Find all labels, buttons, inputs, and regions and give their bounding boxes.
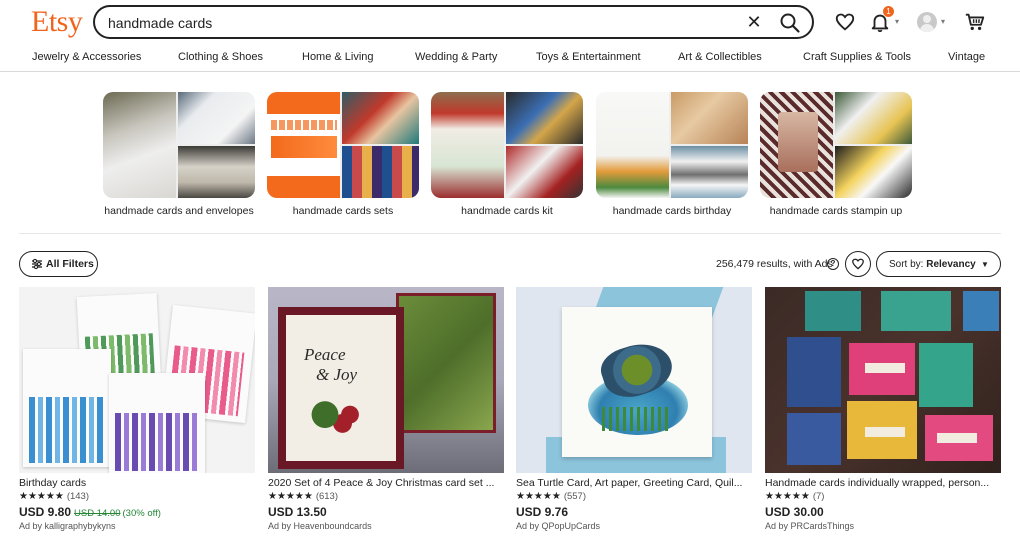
product-title[interactable]: 2020 Set of 4 Peace & Joy Christmas card…: [268, 477, 502, 489]
suggestion-collage[interactable]: [267, 92, 419, 198]
suggestion-label: handmade cards kit: [461, 205, 553, 217]
all-filters-label: All Filters: [46, 258, 94, 270]
cart-icon[interactable]: [964, 11, 986, 33]
sort-label: Sort by: Relevancy: [889, 259, 976, 270]
star-rating-icon: ★★★★★: [19, 491, 64, 502]
product-title[interactable]: Handmade cards individually wrapped, per…: [765, 477, 999, 489]
clear-search-icon[interactable]: ✕: [744, 12, 764, 32]
save-search-button[interactable]: [845, 251, 871, 277]
rating: ★★★★★ (557): [516, 491, 586, 502]
review-count: (7): [812, 491, 825, 502]
product-image[interactable]: [19, 287, 255, 473]
product-title[interactable]: Birthday cards: [19, 477, 253, 489]
filter-sliders-icon: [32, 258, 42, 270]
current-price: USD 30.00: [765, 505, 824, 519]
sort-dropdown[interactable]: Sort by: Relevancy ▼: [876, 251, 1001, 277]
suggestion-collage[interactable]: [103, 92, 255, 198]
all-filters-button[interactable]: All Filters: [19, 251, 98, 277]
help-question-icon[interactable]: ?: [827, 258, 839, 270]
review-count: (613): [315, 491, 339, 502]
header: Etsy ✕ 1 ▾ ▾: [0, 0, 1020, 44]
suggestion-label: handmade cards stampin up: [769, 205, 903, 217]
price: USD 13.50: [268, 505, 327, 519]
category-link[interactable]: Home & Living: [302, 51, 374, 63]
chevron-down-icon: ▼: [981, 260, 989, 269]
star-rating-icon: ★★★★★: [765, 491, 810, 502]
chevron-down-icon[interactable]: ▾: [941, 17, 945, 26]
current-price: USD 13.50: [268, 505, 327, 519]
seller-ad[interactable]: Ad by PRCardsThings: [765, 521, 854, 531]
seller-ad[interactable]: Ad by QPopUpCards: [516, 521, 600, 531]
category-link[interactable]: Vintage: [948, 51, 985, 63]
category-link[interactable]: Clothing & Shoes: [178, 51, 263, 63]
suggestion-collage[interactable]: [760, 92, 912, 198]
notification-badge: 1: [883, 6, 894, 17]
category-link[interactable]: Art & Collectibles: [678, 51, 762, 63]
heart-icon: [852, 258, 864, 270]
original-price: USD 14.00: [74, 508, 121, 519]
seller-ad[interactable]: Ad by Heavenboundcards: [268, 521, 372, 531]
search-bar: ✕: [93, 5, 814, 39]
rating: ★★★★★ (7): [765, 491, 824, 502]
product-title[interactable]: Sea Turtle Card, Art paper, Greeting Car…: [516, 477, 750, 489]
price: USD 9.76: [516, 505, 568, 519]
price: USD 9.80 USD 14.00 (30% off): [19, 505, 161, 519]
suggestion-collage[interactable]: [431, 92, 583, 198]
current-price: USD 9.80: [19, 505, 72, 519]
suggestion-collage[interactable]: [596, 92, 748, 198]
etsy-logo[interactable]: Etsy: [31, 5, 83, 39]
product-image[interactable]: [516, 287, 752, 473]
search-input[interactable]: [108, 13, 708, 33]
category-link[interactable]: Jewelry & Accessories: [32, 51, 141, 63]
current-price: USD 9.76: [516, 505, 569, 519]
avatar[interactable]: [917, 12, 937, 32]
category-nav: Jewelry & Accessories Clothing & Shoes H…: [0, 46, 1020, 72]
star-rating-icon: ★★★★★: [268, 491, 313, 502]
category-link[interactable]: Toys & Entertainment: [536, 51, 641, 63]
divider: [19, 233, 1001, 234]
category-link[interactable]: Wedding & Party: [415, 51, 497, 63]
results-count: 256,479 results, with Ads: [716, 258, 833, 270]
rating: ★★★★★ (143): [19, 491, 89, 502]
price: USD 30.00: [765, 505, 824, 519]
favorites-heart-icon[interactable]: [834, 11, 856, 33]
category-link[interactable]: Craft Supplies & Tools: [803, 51, 911, 63]
review-count: (143): [66, 491, 90, 502]
star-rating-icon: ★★★★★: [516, 491, 561, 502]
rating: ★★★★★ (613): [268, 491, 338, 502]
search-icon[interactable]: [778, 11, 802, 35]
product-image[interactable]: Peace & Joy: [268, 287, 504, 473]
discount-label: (30% off): [122, 508, 161, 519]
review-count: (557): [563, 491, 587, 502]
seller-ad[interactable]: Ad by kalligraphybykyns: [19, 521, 116, 531]
product-image[interactable]: [765, 287, 1001, 473]
chevron-down-icon[interactable]: ▾: [895, 17, 899, 26]
